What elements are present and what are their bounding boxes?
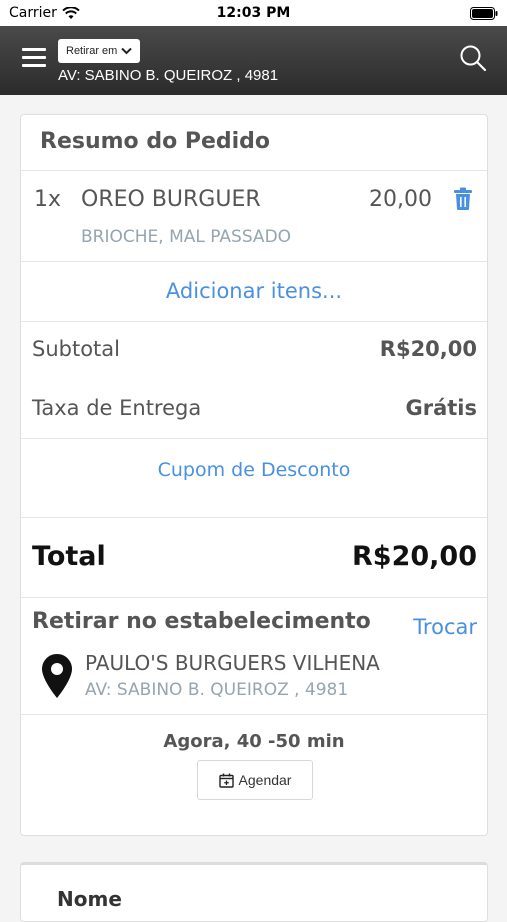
pickup-eta: Agora, 40 -50 min bbox=[163, 731, 345, 752]
summary-title: Resumo do Pedido bbox=[40, 129, 271, 154]
subtotal-value: R$20,00 bbox=[379, 337, 477, 361]
item-quantity: 1x bbox=[34, 187, 62, 212]
subtotal-label: Subtotal bbox=[32, 337, 120, 361]
location-pin-icon bbox=[42, 654, 72, 698]
delivery-fee-value: Grátis bbox=[405, 396, 477, 420]
hamburger-menu-icon[interactable] bbox=[22, 48, 46, 70]
battery-icon bbox=[470, 7, 498, 20]
divider bbox=[21, 438, 487, 439]
trash-icon[interactable] bbox=[452, 187, 474, 211]
coupon-link[interactable]: Cupom de Desconto bbox=[21, 459, 487, 481]
clock: 12:03 PM bbox=[216, 5, 291, 21]
divider bbox=[21, 321, 487, 322]
pickup-mode-label: Retirar em bbox=[66, 45, 118, 57]
total-label: Total bbox=[32, 541, 106, 572]
header-address: AV: SABINO B. QUEIROZ , 4981 bbox=[58, 67, 279, 84]
divider bbox=[21, 261, 487, 262]
schedule-label: Agendar bbox=[238, 772, 292, 788]
chevron-down-icon bbox=[121, 47, 133, 55]
divider bbox=[21, 597, 487, 598]
pickup-title: Retirar no estabelecimento bbox=[32, 609, 371, 634]
divider bbox=[21, 170, 487, 171]
change-store-link[interactable]: Trocar bbox=[413, 615, 477, 639]
customer-form-card: Nome bbox=[20, 862, 488, 922]
name-field-label: Nome bbox=[57, 887, 122, 911]
calendar-icon bbox=[218, 773, 234, 788]
item-options: BRIOCHE, MAL PASSADO bbox=[81, 227, 292, 247]
total-value: R$20,00 bbox=[352, 541, 477, 572]
status-bar: Carrier 12:03 PM bbox=[0, 0, 507, 26]
schedule-button[interactable]: Agendar bbox=[197, 760, 313, 800]
add-items-link[interactable]: Adicionar itens... bbox=[21, 279, 487, 303]
pickup-mode-select[interactable]: Retirar em bbox=[58, 39, 141, 63]
divider bbox=[21, 714, 487, 715]
item-price: 20,00 bbox=[369, 187, 432, 212]
store-address: AV: SABINO B. QUEIROZ , 4981 bbox=[85, 680, 349, 700]
search-icon[interactable] bbox=[459, 44, 487, 72]
divider bbox=[21, 517, 487, 518]
item-name: OREO BURGUER bbox=[81, 187, 261, 212]
app-header: Retirar em AV: SABINO B. QUEIROZ , 4981 bbox=[0, 26, 507, 95]
order-summary-card: Resumo do Pedido 1x OREO BURGUER 20,00 B… bbox=[20, 114, 488, 836]
store-name: PAULO'S BURGUERS VILHENA bbox=[85, 651, 380, 675]
delivery-fee-label: Taxa de Entrega bbox=[32, 396, 202, 420]
